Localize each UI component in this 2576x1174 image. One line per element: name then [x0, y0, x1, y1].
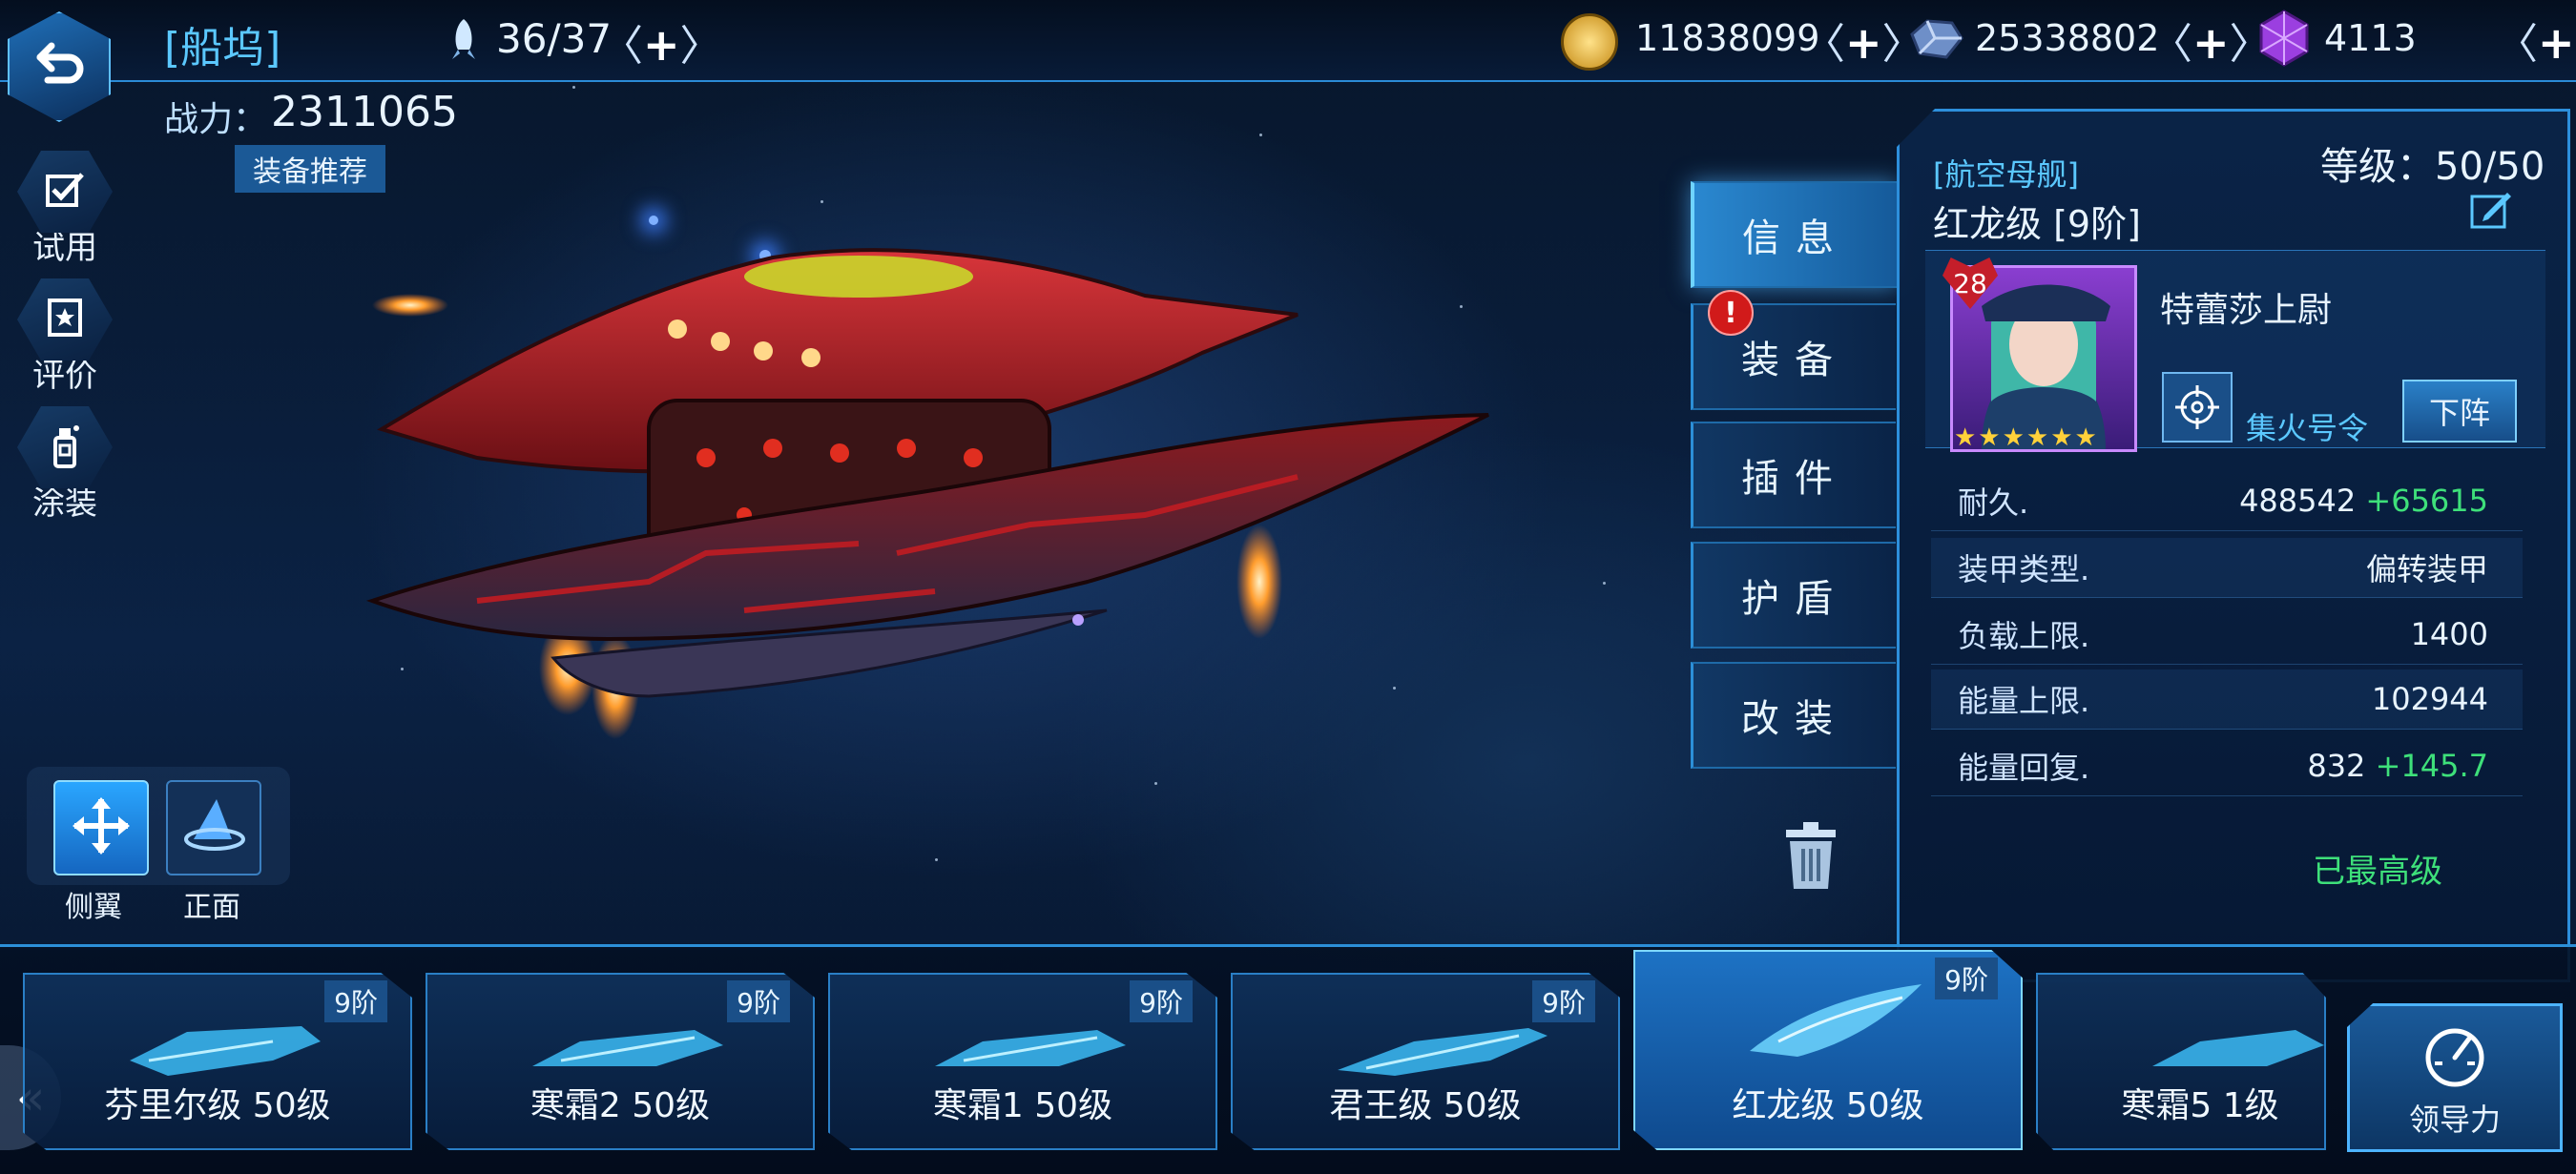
paint-button[interactable]: 涂装: [17, 406, 113, 524]
rocket-icon: [448, 17, 479, 65]
stat-label: 能量上限.: [1958, 683, 2090, 719]
trial-button[interactable]: 试用: [17, 151, 113, 268]
ship-hologram-icon: [1740, 975, 1931, 1074]
leadership-button[interactable]: 领导力: [2347, 1003, 2563, 1152]
tab-shield[interactable]: 护盾: [1691, 542, 1896, 649]
fleet-add-button[interactable]: 〈+〉: [601, 11, 722, 72]
captain-skill: 集火号令: [2246, 410, 2369, 446]
side-view-label: 侧翼: [65, 891, 122, 924]
ship-tier: 9阶: [1935, 958, 1998, 999]
stat-value: 偏转装甲: [2365, 551, 2488, 587]
stat-row-durability: 耐久. 488542 +65615: [1931, 471, 2523, 531]
unassign-captain-button[interactable]: 下阵: [2402, 380, 2517, 443]
tab-info[interactable]: 信息: [1691, 181, 1897, 288]
stat-value: 832: [2307, 748, 2366, 784]
ship-card[interactable]: 寒霜5 1级: [2036, 973, 2326, 1150]
speedometer-icon: [2350, 1021, 2560, 1092]
edit-icon[interactable]: [2469, 189, 2513, 233]
crystal-amount: 4113: [2324, 17, 2417, 59]
ship-card[interactable]: 9阶 君王级 50级: [1231, 973, 1620, 1150]
front-view-label: 正面: [183, 891, 240, 924]
ship-class: [航空母舰]: [1933, 156, 2079, 193]
plus-icon: +: [2538, 17, 2575, 69]
plus-icon: +: [1845, 17, 1882, 69]
max-level-text: 已最高级: [2313, 853, 2442, 891]
stat-row-load-limit: 负载上限. 1400: [1931, 605, 2523, 665]
stat-value: 488542: [2239, 483, 2357, 519]
ship-name: 红龙级 50级: [1732, 1086, 1924, 1125]
ship-front-icon: [180, 795, 247, 860]
leadership-label: 领导力: [2408, 1102, 2501, 1138]
power-value: 2311065: [271, 88, 458, 136]
back-arrow-icon: [31, 40, 88, 93]
metal-add-button[interactable]: 〈+〉: [2150, 10, 2272, 71]
stat-label: 能量回复.: [1958, 750, 2090, 786]
stat-value: 102944: [2371, 681, 2488, 717]
page-title: [船坞]: [164, 24, 281, 72]
ship-name: 红龙级 [9阶]: [1933, 203, 2141, 245]
paint-spray-icon: [48, 422, 82, 472]
stat-bonus: +65615: [2365, 483, 2488, 519]
fleet-count: 36/37: [496, 15, 613, 62]
crystal-icon: [2257, 10, 2311, 71]
rating-icon: [46, 297, 84, 342]
plus-icon: +: [643, 19, 680, 71]
gold-coin-icon: [1561, 13, 1618, 71]
ship-name: 芬里尔级 50级: [104, 1086, 331, 1125]
ship-tier: 9阶: [324, 980, 387, 1022]
captain-stars: ★★★★★★: [1954, 423, 2099, 452]
stat-row-energy-regen: 能量回复. 832 +145.7: [1931, 736, 2523, 796]
plus-icon: +: [2192, 17, 2230, 69]
stat-row-armor-type: 装甲类型. 偏转装甲: [1931, 538, 2523, 598]
move-arrows-icon: [71, 795, 132, 860]
ship-name: 寒霜1 50级: [932, 1086, 1113, 1125]
stat-bonus: +145.7: [2375, 748, 2488, 784]
gold-add-button[interactable]: 〈+〉: [1803, 10, 1924, 71]
ship-card[interactable]: 9阶 寒霜1 50级: [828, 973, 1217, 1150]
ship-card[interactable]: 9阶 寒霜2 50级: [426, 973, 815, 1150]
ship-tier: 9阶: [727, 980, 790, 1022]
captain-name: 特蕾莎上尉: [2160, 291, 2333, 330]
stat-label: 负载上限.: [1958, 618, 2090, 654]
checkbox-icon: [44, 171, 86, 213]
ship-name: 寒霜2 50级: [530, 1086, 711, 1125]
trash-icon[interactable]: [1780, 820, 1841, 896]
stat-row-energy-limit: 能量上限. 102944: [1931, 669, 2523, 730]
front-view-button[interactable]: [166, 780, 261, 875]
recommend-gear-button[interactable]: 装备推荐: [235, 145, 385, 193]
gold-amount: 11838099: [1635, 17, 1820, 59]
side-view-button[interactable]: [53, 780, 149, 875]
ship-card-selected[interactable]: 9阶 红龙级 50级: [1633, 950, 2023, 1150]
ship-name: 寒霜5 1级: [2121, 1086, 2279, 1125]
equipment-alert-badge: !: [1708, 290, 1754, 336]
metal-ore-icon: [1908, 15, 1963, 67]
ship-level: 等级：50/50: [2320, 145, 2545, 189]
power-label: 战力：: [164, 100, 268, 139]
stat-label: 装甲类型.: [1958, 551, 2090, 587]
crystal-add-button[interactable]: 〈+〉: [2496, 10, 2576, 71]
tab-modify[interactable]: 改装: [1691, 662, 1896, 769]
flagship-model: [363, 238, 1527, 772]
stat-label: 耐久.: [1958, 484, 2029, 521]
rating-button[interactable]: 评价: [17, 278, 113, 396]
ship-name: 君王级 50级: [1329, 1086, 1522, 1125]
metal-amount: 25338802: [1975, 17, 2160, 59]
stat-value: 1400: [2410, 616, 2488, 652]
crosshair-icon[interactable]: [2162, 372, 2233, 443]
ship-tier: 9阶: [1130, 980, 1193, 1022]
ship-card[interactable]: 9阶 芬里尔级 50级: [23, 973, 412, 1150]
tab-plugins[interactable]: 插件: [1691, 422, 1896, 528]
